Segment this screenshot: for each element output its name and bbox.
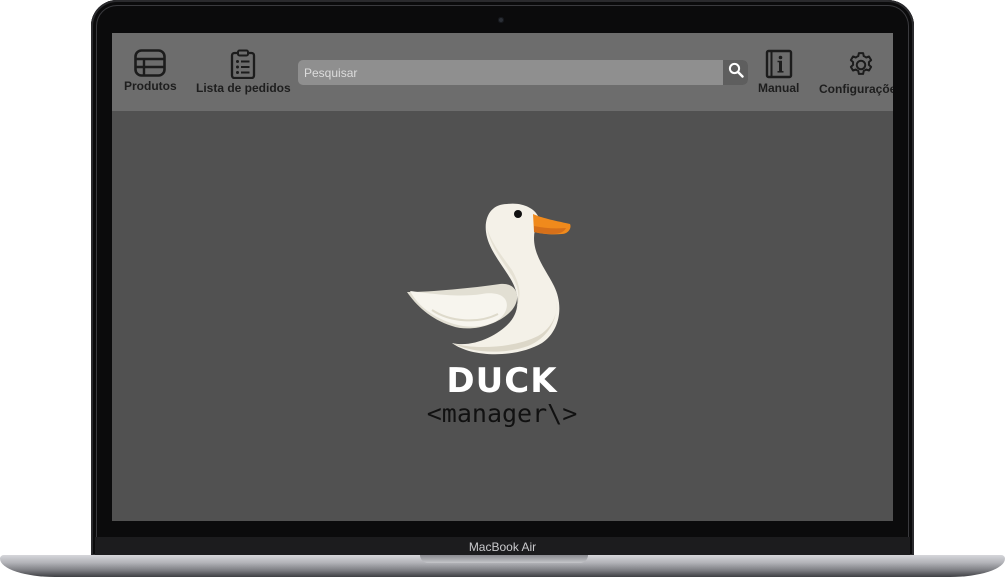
table-icon	[134, 49, 167, 77]
top-toolbar: Produtos Lista de pedidos Pesquisar Manu…	[112, 33, 893, 111]
search-button[interactable]	[723, 60, 748, 85]
search-bar	[298, 60, 748, 85]
toolbar-item-manual[interactable]: Manual	[758, 49, 799, 95]
info-book-icon	[765, 49, 793, 79]
toolbar-item-configuracoes[interactable]: Configurações	[819, 50, 893, 96]
gear-icon	[846, 50, 876, 80]
toolbar-item-label: Manual	[758, 81, 800, 95]
toolbar-item-label: Lista de pedidos	[196, 81, 291, 95]
search-input[interactable]	[298, 60, 723, 85]
duck-icon	[407, 203, 571, 355]
clipboard-list-icon	[230, 49, 256, 79]
search-icon	[728, 62, 744, 83]
laptop-mockup: Produtos Lista de pedidos Pesquisar Manu…	[0, 0, 1005, 577]
brand-tagline: <manager\>	[426, 399, 578, 428]
brand-name: DUCK	[446, 361, 558, 401]
laptop-opening-notch	[420, 555, 588, 563]
toolbar-item-produtos[interactable]: Produtos	[124, 49, 177, 93]
app-screen: Produtos Lista de pedidos Pesquisar Manu…	[112, 33, 893, 521]
toolbar-item-label: Produtos	[124, 79, 177, 93]
duck-manager-logo: DUCK <manager\>	[402, 198, 602, 438]
toolbar-item-label: Configurações	[819, 82, 893, 96]
device-model-label: MacBook Air	[468, 539, 537, 554]
webcam	[498, 17, 504, 23]
laptop-chin: MacBook Air	[95, 537, 910, 556]
toolbar-item-lista-de-pedidos[interactable]: Lista de pedidos	[196, 49, 291, 95]
